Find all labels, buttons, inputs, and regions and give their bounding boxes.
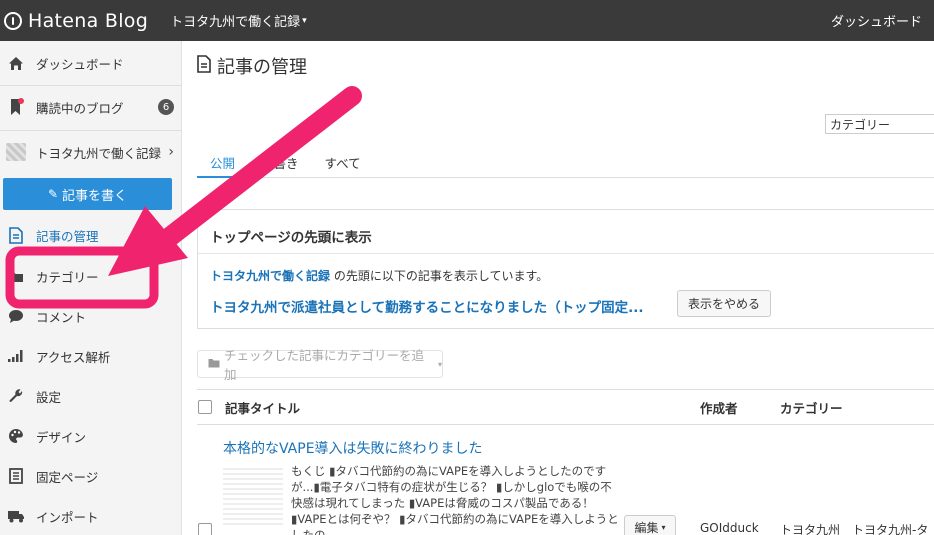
article-excerpt: もくじ ▮タバコ代節約の為にVAPEを導入しようとしたのですが...▮電子タバコ… (291, 464, 619, 535)
article-author: GOIdduck (700, 521, 759, 535)
tab-drafts[interactable]: 下書き (248, 149, 312, 178)
unread-count-badge: 6 (158, 99, 174, 115)
document-icon (197, 54, 211, 78)
row-checkbox[interactable] (198, 523, 212, 535)
sidebar-item-dashboard[interactable]: ダッシュボード (0, 49, 182, 77)
dashboard-link[interactable]: ダッシュボード (831, 11, 922, 30)
sidebar-item-label: トヨタ九州で働く記録 (36, 145, 162, 161)
sidebar-item-label: 設定 (36, 389, 62, 405)
article-tabs: 公開 下書き すべて (197, 149, 934, 178)
sidebar-item-subscriptions[interactable]: 購読中のブログ 6 (0, 93, 182, 121)
pinned-box-heading: トップページの先頭に表示 (198, 210, 934, 254)
home-icon (5, 52, 27, 74)
column-header-title: 記事タイトル (225, 400, 301, 416)
sidebar-item-label: 固定ページ (36, 469, 99, 485)
caret-down-icon: ▾ (661, 522, 666, 532)
hatena-logo[interactable]: Hatena Blog (4, 10, 148, 32)
folder-icon (208, 358, 220, 371)
sidebar-item-label: アクセス解析 (36, 349, 111, 365)
divider (0, 85, 182, 86)
write-article-button[interactable]: ✎ 記事を書く (3, 178, 172, 210)
bookmark-icon (5, 96, 27, 118)
blog-thumbnail (5, 141, 27, 163)
page-title: 記事の管理 (197, 53, 307, 79)
sidebar-item-label: コメント (36, 309, 87, 325)
stop-pinning-button[interactable]: 表示をやめる (677, 290, 771, 317)
page-icon (5, 465, 27, 487)
document-icon (5, 224, 27, 246)
folder-icon (5, 265, 27, 287)
top-bar: Hatena Blog トヨタ九州で働く記録 ▾ ダッシュボード (0, 0, 934, 41)
sidebar-item-comments[interactable]: コメント (0, 303, 182, 329)
caret-down-icon: ▾ (437, 359, 442, 369)
bar-chart-icon (5, 345, 27, 367)
chevron-right-icon: › (168, 144, 174, 160)
page-title-text: 記事の管理 (217, 57, 307, 78)
sidebar-item-label: デザイン (36, 429, 87, 445)
description-text: の先頭に以下の記事を表示しています。 (330, 269, 549, 283)
pinned-article-box: トップページの先頭に表示 トヨタ九州で働く記録 の先頭に以下の記事を表示していま… (197, 209, 934, 329)
caret-down-icon: ▾ (302, 15, 307, 26)
pencil-icon: ✎ (47, 187, 59, 201)
sidebar-item-label: カテゴリー (36, 269, 99, 285)
sidebar-item-label: 購読中のブログ (36, 100, 124, 116)
blog-link[interactable]: トヨタ九州で働く記録 (210, 269, 330, 283)
tab-all[interactable]: すべて (312, 149, 374, 178)
edit-label: 編集 (634, 520, 659, 535)
main-content: 記事の管理 カテゴリー 公開 下書き すべて トップページの先頭に表示 トヨタ九… (183, 41, 934, 535)
article-title-link[interactable]: 本格的なVAPE導入は失敗に終わりました (223, 438, 483, 458)
sidebar-item-fixed-pages[interactable]: 固定ページ (0, 463, 182, 489)
bulk-add-category-button[interactable]: チェックした記事にカテゴリーを追加 ▾ (197, 348, 443, 382)
divider (0, 130, 182, 131)
hatena-logo-icon (4, 11, 22, 30)
wrench-icon (5, 385, 27, 407)
blog-switcher[interactable]: トヨタ九州で働く記録 ▾ (170, 11, 307, 30)
table-row: 本格的なVAPE導入は失敗に終わりました もくじ ▮タバコ代節約の為にVAPEを… (197, 425, 934, 535)
sidebar: ダッシュボード 購読中のブログ 6 トヨタ九州で働く記録 › ✎ 記事を書く 記… (0, 41, 182, 535)
comment-icon (5, 305, 27, 327)
article-thumbnail (223, 465, 283, 525)
sidebar-item-article-management[interactable]: 記事の管理 (0, 222, 182, 248)
select-all-checkbox[interactable] (198, 400, 212, 414)
sidebar-item-label: ダッシュボード (36, 56, 124, 72)
table-header: 記事タイトル 作成者 カテゴリー (197, 389, 934, 425)
truck-icon (5, 505, 27, 527)
sidebar-item-analytics[interactable]: アクセス解析 (0, 343, 182, 369)
logo-text: Hatena Blog (28, 9, 149, 32)
edit-article-button[interactable]: 編集 ▾ (624, 515, 676, 535)
category-filter-select[interactable]: カテゴリー (825, 114, 934, 134)
sidebar-item-label: インポート (36, 509, 99, 525)
sidebar-item-import[interactable]: インポート (0, 503, 182, 529)
palette-icon (5, 425, 27, 447)
column-header-author: 作成者 (700, 400, 738, 416)
write-article-label: 記事を書く (62, 188, 128, 204)
tab-published[interactable]: 公開 (197, 149, 249, 178)
sidebar-item-category[interactable]: カテゴリー (0, 263, 182, 289)
sidebar-item-blog[interactable]: トヨタ九州で働く記録 › (0, 138, 182, 166)
bulk-add-category-label: チェックした記事にカテゴリーを追加 (224, 348, 425, 382)
article-categories: トヨタ九州 トヨタ九州-タ (780, 523, 929, 535)
pinned-box-description: トヨタ九州で働く記録 の先頭に以下の記事を表示しています。 (210, 267, 548, 284)
blog-switcher-label: トヨタ九州で働く記録 (170, 15, 301, 30)
sidebar-item-design[interactable]: デザイン (0, 423, 182, 449)
pinned-article-title[interactable]: トヨタ九州で派遣社員として勤務することになりました（トップ固定... (210, 296, 643, 316)
sidebar-item-label: 記事の管理 (36, 228, 99, 244)
column-header-category: カテゴリー (780, 400, 843, 416)
sidebar-item-settings[interactable]: 設定 (0, 383, 182, 409)
